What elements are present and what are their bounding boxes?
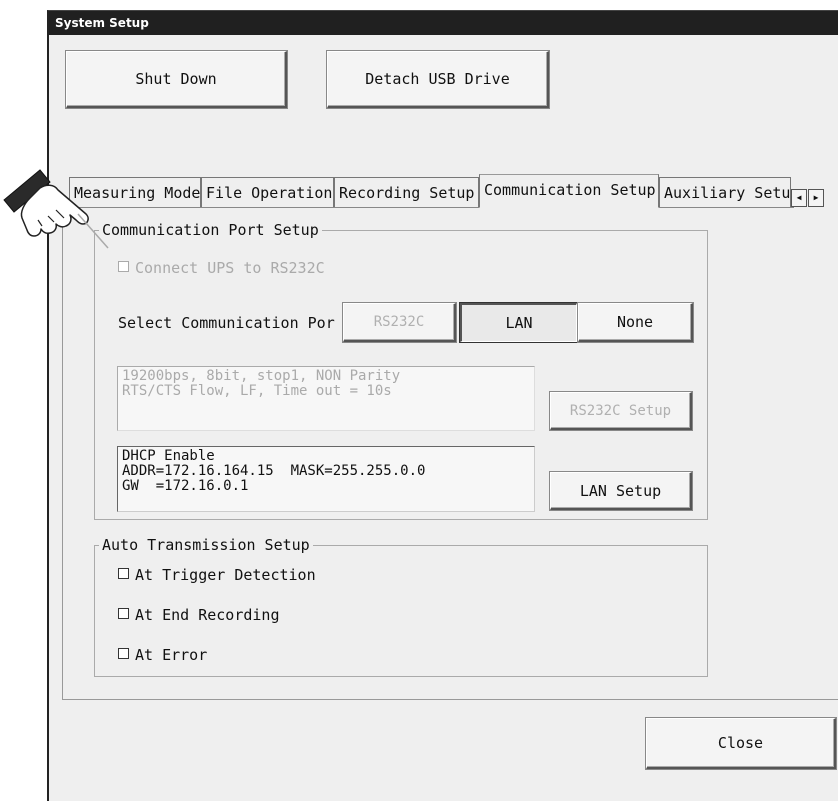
shutdown-button[interactable]: Shut Down	[66, 51, 287, 108]
select-port-label: Select Communication Por	[118, 314, 335, 332]
checkbox-label: At Trigger Detection	[135, 566, 316, 584]
lan-settings-info: DHCP Enable ADDR=172.16.164.15 MASK=255.…	[117, 446, 535, 512]
rs232c-option-button[interactable]: RS232C	[343, 303, 456, 342]
rs232c-settings-info: 19200bps, 8bit, stop1, NON Parity RTS/CT…	[117, 366, 535, 431]
checkbox-box	[118, 608, 129, 619]
lan-option-button[interactable]: LAN	[460, 303, 577, 342]
at-error-checkbox[interactable]: At Error	[118, 646, 207, 664]
rs232c-setup-button[interactable]: RS232C Setup	[550, 392, 692, 430]
detach-usb-button[interactable]: Detach USB Drive	[327, 51, 549, 108]
checkbox-label: Connect UPS to RS232C	[135, 259, 325, 277]
lan-setup-button[interactable]: LAN Setup	[550, 472, 692, 510]
checkbox-box	[118, 648, 129, 659]
pointing-hand-icon	[3, 169, 109, 249]
checkbox-label: At End Recording	[135, 606, 280, 624]
close-button[interactable]: Close	[646, 718, 836, 769]
connect-ups-checkbox[interactable]: Connect UPS to RS232C	[118, 259, 325, 277]
at-end-recording-checkbox[interactable]: At End Recording	[118, 606, 280, 624]
window-title: System Setup	[49, 11, 838, 35]
at-trigger-detection-checkbox[interactable]: At Trigger Detection	[118, 566, 316, 584]
group-title: Communication Port Setup	[99, 221, 322, 239]
checkbox-label: At Error	[135, 646, 208, 664]
none-option-button[interactable]: None	[578, 303, 693, 342]
checkbox-box	[118, 568, 129, 579]
group-title: Auto Transmission Setup	[99, 536, 313, 554]
